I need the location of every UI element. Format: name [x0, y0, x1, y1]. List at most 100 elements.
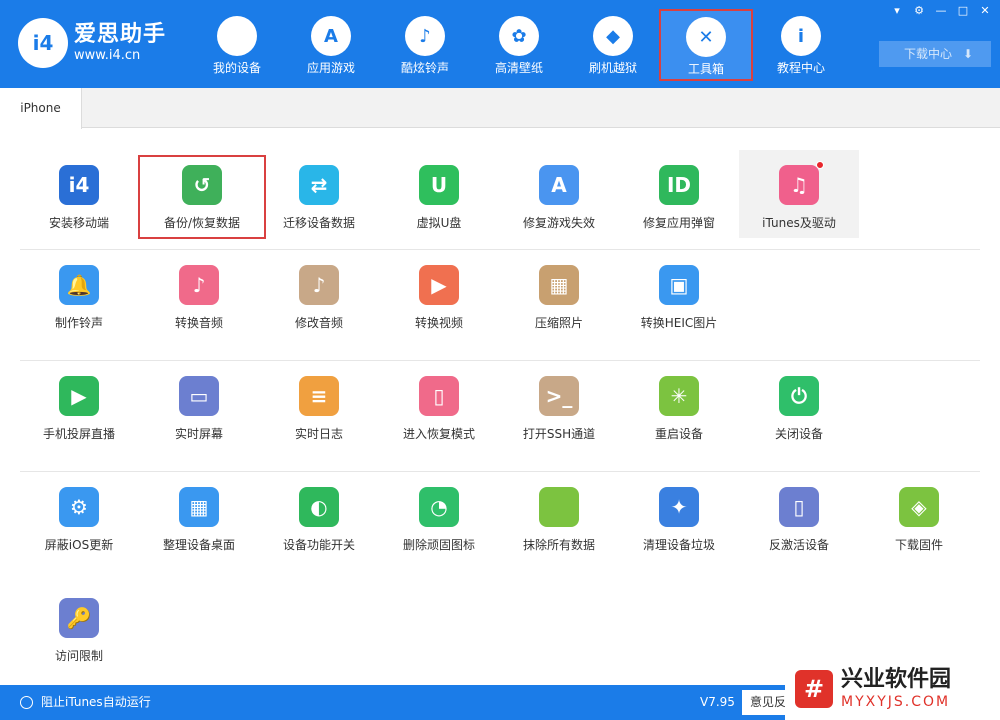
- tool-label: 转换音频: [174, 316, 223, 330]
- block-itunes-label: 阻止iTunes自动运行: [41, 695, 151, 709]
- close-icon[interactable]: ✕: [976, 3, 994, 19]
- restart-device-icon: ✳: [659, 376, 699, 416]
- tool-install-mobile[interactable]: i4 安装移动端: [19, 150, 139, 238]
- settings-icon[interactable]: ⚙: [910, 3, 928, 19]
- tool-clean-junk[interactable]: ✦ 清理设备垃圾: [619, 472, 739, 560]
- tool-label: 抹除所有数据: [522, 538, 595, 552]
- tool-shutdown-device[interactable]: ⏻ 关闭设备: [739, 361, 859, 449]
- tool-label: 打开SSH通道: [522, 427, 596, 441]
- tool-itunes-driver[interactable]: ♫ iTunes及驱动: [739, 150, 859, 238]
- convert-heic-icon: ▣: [659, 265, 699, 305]
- tool-label: 重启设备: [654, 427, 703, 441]
- nav-tab-wallpapers[interactable]: ✿ 高清壁纸: [472, 10, 566, 80]
- watermark-url: MYXYJS.COM: [841, 694, 951, 710]
- block-ios-update-icon: ⚙: [59, 487, 99, 527]
- tool-label: 修改音频: [294, 316, 343, 330]
- nav-tab-my-device[interactable]: 我的设备: [190, 10, 284, 80]
- tool-live-log[interactable]: ≡ 实时日志: [259, 361, 379, 449]
- tool-screen-mirror[interactable]: ▶ 手机投屏直播: [19, 361, 139, 449]
- tool-virtual-usb[interactable]: U 虚拟U盘: [379, 150, 499, 238]
- tool-feature-toggle[interactable]: ◐ 设备功能开关: [259, 472, 379, 560]
- deactivate-device-icon: ▯: [779, 487, 819, 527]
- edit-audio-icon: ♪: [299, 265, 339, 305]
- live-screen-icon: ▭: [179, 376, 219, 416]
- tool-label: 安装移动端: [48, 216, 109, 230]
- version-label: V7.95: [700, 695, 735, 709]
- clean-junk-icon: ✦: [659, 487, 699, 527]
- tool-label: 实时屏幕: [174, 427, 223, 441]
- nav-tab-ringtones[interactable]: ♪ 酷炫铃声: [378, 10, 472, 80]
- tool-label: 清理设备垃圾: [642, 538, 715, 552]
- download-center-button[interactable]: 下载中心 ⬇: [879, 41, 991, 67]
- i4-logo-icon: i4: [18, 18, 68, 68]
- skin-icon[interactable]: ▾: [888, 3, 906, 19]
- box-icon: ◆: [593, 16, 633, 56]
- convert-video-icon: ▶: [419, 265, 459, 305]
- maximize-icon[interactable]: □: [954, 3, 972, 19]
- tool-live-screen[interactable]: ▭ 实时屏幕: [139, 361, 259, 449]
- nav-tab-tutorials[interactable]: i 教程中心: [754, 10, 848, 80]
- minimize-icon[interactable]: —: [932, 3, 950, 19]
- flower-icon: ✿: [499, 16, 539, 56]
- tool-label: 实时日志: [294, 427, 343, 441]
- app-store-icon: A: [311, 16, 351, 56]
- tool-label: 删除顽固图标: [402, 538, 475, 552]
- tool-label: 关闭设备: [774, 427, 823, 441]
- tool-convert-video[interactable]: ▶ 转换视频: [379, 250, 499, 338]
- watermark-logo-icon: #: [795, 670, 833, 708]
- feature-toggle-icon: ◐: [299, 487, 339, 527]
- nav-label: 高清壁纸: [494, 61, 543, 75]
- tool-block-ios-update[interactable]: ⚙ 屏蔽iOS更新: [19, 472, 139, 560]
- nav-label: 应用游戏: [306, 61, 355, 75]
- install-mobile-icon: i4: [59, 165, 99, 205]
- live-log-icon: ≡: [299, 376, 339, 416]
- tool-label: 反激活设备: [768, 538, 829, 552]
- fix-app-popup-icon: ID: [659, 165, 699, 205]
- tool-label: 访问限制: [54, 649, 103, 663]
- tool-migrate-data[interactable]: ⇄ 迁移设备数据: [259, 150, 379, 238]
- tool-open-ssh[interactable]: >_ 打开SSH通道: [499, 361, 619, 449]
- tool-backup-restore[interactable]: ↺ 备份/恢复数据: [138, 155, 266, 239]
- open-ssh-icon: >_: [539, 376, 579, 416]
- tool-label: 进入恢复模式: [402, 427, 475, 441]
- tool-arrange-desktop[interactable]: ▦ 整理设备桌面: [139, 472, 259, 560]
- nav-tab-toolbox[interactable]: ✕ 工具箱: [659, 9, 753, 81]
- backup-restore-icon: ↺: [182, 165, 222, 205]
- tool-label: iTunes及驱动: [762, 216, 836, 230]
- nav-tab-flash-jailbreak[interactable]: ◆ 刷机越狱: [566, 10, 660, 80]
- tool-restart-device[interactable]: ✳ 重启设备: [619, 361, 739, 449]
- tool-label: 转换HEIC图片: [640, 316, 718, 330]
- nav-label: 酷炫铃声: [400, 61, 449, 75]
- tool-erase-data[interactable]: 抹除所有数据: [499, 472, 619, 560]
- tool-label: 整理设备桌面: [162, 538, 235, 552]
- tool-make-ringtone[interactable]: 🔔 制作铃声: [19, 250, 139, 338]
- tool-delete-icons[interactable]: ◔ 删除顽固图标: [379, 472, 499, 560]
- tool-deactivate-device[interactable]: ▯ 反激活设备: [739, 472, 859, 560]
- make-ringtone-icon: 🔔: [59, 265, 99, 305]
- tool-edit-audio[interactable]: ♪ 修改音频: [259, 250, 379, 338]
- bell-icon: ♪: [405, 16, 445, 56]
- tool-access-restriction[interactable]: 🔑 访问限制: [19, 583, 139, 671]
- window-controls: ▾ ⚙ — □ ✕: [888, 3, 994, 19]
- tool-label: 修复游戏失效: [522, 216, 595, 230]
- compress-photo-icon: ▦: [539, 265, 579, 305]
- tool-compress-photo[interactable]: ▦ 压缩照片: [499, 250, 619, 338]
- tool-recovery-mode[interactable]: ▯ 进入恢复模式: [379, 361, 499, 449]
- tool-convert-heic[interactable]: ▣ 转换HEIC图片: [619, 250, 739, 338]
- device-tab-iphone[interactable]: iPhone: [0, 88, 82, 129]
- tools-icon: ✕: [686, 17, 726, 57]
- nav-label: 工具箱: [687, 62, 724, 76]
- delete-icons-icon: ◔: [419, 487, 459, 527]
- tool-fix-game[interactable]: A 修复游戏失效: [499, 150, 619, 238]
- nav-label: 教程中心: [776, 61, 825, 75]
- tool-fix-app-popup[interactable]: ID 修复应用弹窗: [619, 150, 739, 238]
- block-itunes-radio[interactable]: [20, 696, 33, 709]
- app-logo: i4 爱思助手 www.i4.cn: [18, 18, 166, 68]
- nav-tab-apps-games[interactable]: A 应用游戏: [284, 10, 378, 80]
- tool-convert-audio[interactable]: ♪ 转换音频: [139, 250, 259, 338]
- tool-label: 手机投屏直播: [42, 427, 115, 441]
- tool-download-firmware[interactable]: ◈ 下载固件: [859, 472, 979, 560]
- virtual-usb-icon: U: [419, 165, 459, 205]
- nav-label: 我的设备: [212, 61, 261, 75]
- tool-label: 虚拟U盘: [416, 216, 462, 230]
